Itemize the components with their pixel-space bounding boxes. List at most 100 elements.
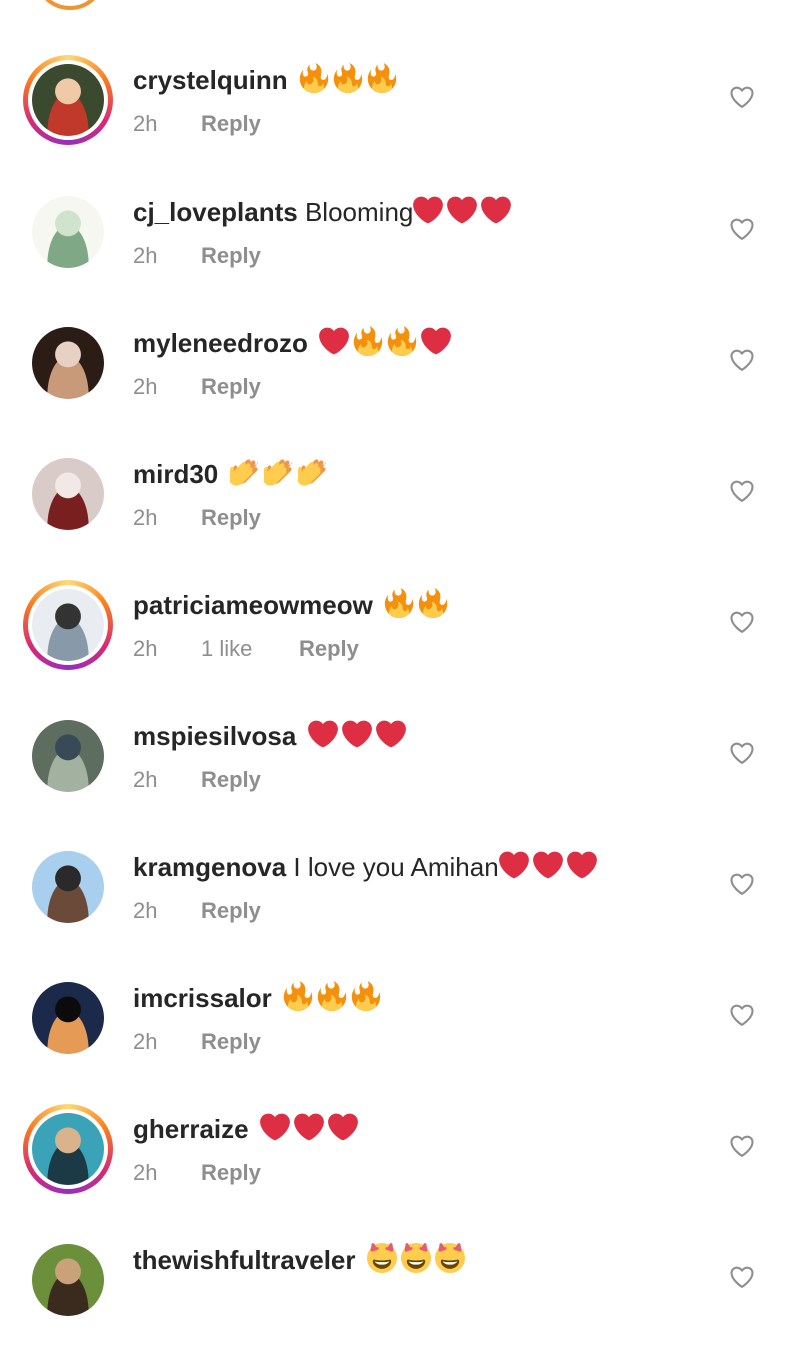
avatar[interactable] xyxy=(23,711,113,801)
avatar-frame xyxy=(28,1240,108,1320)
avatar-image xyxy=(32,1244,104,1316)
heart-outline-icon[interactable] xyxy=(728,1132,756,1160)
reply-button[interactable]: Reply xyxy=(299,634,359,664)
comment-row: gherraize 2h Reply xyxy=(0,1104,800,1235)
avatar[interactable] xyxy=(23,842,113,932)
comment-timestamp: 2h xyxy=(133,243,158,268)
comment-body: cj_loveplants Blooming xyxy=(133,194,512,230)
comment-like-count[interactable]: 1 like xyxy=(201,634,299,664)
comment-text: I love you Amihan xyxy=(293,852,499,882)
heart-emoji-icon xyxy=(341,719,372,749)
comment-body: mspiesilvosa xyxy=(133,718,406,754)
heart-outline-icon[interactable] xyxy=(728,215,756,243)
avatar-story-ring[interactable] xyxy=(23,580,113,670)
comment-timestamp: 2h xyxy=(133,374,158,399)
comment-row: kramgenova I love you Amihan 2h Reply xyxy=(0,842,800,973)
comment-body: thewishfultraveler xyxy=(133,1242,465,1278)
fire-emoji-icon xyxy=(333,63,363,93)
avatar-image xyxy=(32,64,104,136)
heart-emoji-icon xyxy=(319,326,349,356)
comment-meta: 2h Reply xyxy=(133,109,261,139)
avatar-frame xyxy=(28,716,108,796)
avatar[interactable] xyxy=(23,973,113,1063)
reply-button[interactable]: Reply xyxy=(201,765,261,795)
reply-button[interactable]: Reply xyxy=(201,109,261,139)
comment-timestamp: 2h xyxy=(133,636,158,661)
heart-outline-icon[interactable] xyxy=(728,1001,756,1029)
comment-username[interactable]: gherraize xyxy=(133,1114,249,1144)
heart-outline-icon[interactable] xyxy=(728,83,756,111)
comments-feed: crystelquinn 2h Reply cj_loveplants Bloomi… xyxy=(0,0,800,1316)
reply-button[interactable]: Reply xyxy=(201,896,261,926)
comment-username[interactable]: imcrissalor xyxy=(133,983,272,1013)
clap-emoji-icon xyxy=(229,457,260,487)
comment-row: thewishfultraveler xyxy=(0,1235,800,1366)
reply-button[interactable]: Reply xyxy=(201,372,261,402)
heart-emoji-icon xyxy=(327,1112,358,1142)
comment-username[interactable]: cj_loveplants xyxy=(133,197,298,227)
heart-outline-icon[interactable] xyxy=(728,1263,756,1291)
comment-timestamp: 2h xyxy=(133,111,158,136)
fire-emoji-icon xyxy=(367,63,397,93)
comment-username[interactable]: patriciameowmeow xyxy=(133,590,373,620)
comment-username[interactable]: mird30 xyxy=(133,459,218,489)
comment-meta: 2h Reply xyxy=(133,372,261,402)
avatar-story-ring-partial[interactable] xyxy=(34,0,106,10)
fire-emoji-icon xyxy=(283,981,313,1011)
reply-button[interactable]: Reply xyxy=(201,1027,261,1057)
avatar[interactable] xyxy=(23,1235,113,1325)
heart-emoji-icon xyxy=(532,850,563,880)
reply-button[interactable]: Reply xyxy=(201,503,261,533)
avatar-frame xyxy=(28,978,108,1058)
heart-emoji-icon xyxy=(421,326,451,356)
reply-button[interactable]: Reply xyxy=(201,241,261,271)
avatar-frame xyxy=(28,847,108,927)
avatar[interactable] xyxy=(23,318,113,408)
heart-outline-icon[interactable] xyxy=(728,477,756,505)
heart-emoji-icon xyxy=(259,1112,290,1142)
heart-emoji-icon xyxy=(498,850,529,880)
comment-username[interactable]: myleneedrozo xyxy=(133,328,308,358)
fire-emoji-icon xyxy=(353,326,383,356)
avatar-image xyxy=(32,851,104,923)
comment-meta: 2h Reply xyxy=(133,896,261,926)
heart-outline-icon[interactable] xyxy=(728,608,756,636)
comment-row: mird30 2h Reply xyxy=(0,449,800,580)
fire-emoji-icon xyxy=(387,326,417,356)
heart-eyes-emoji-icon xyxy=(434,1243,465,1273)
fire-emoji-icon xyxy=(384,588,414,618)
comment-username[interactable]: crystelquinn xyxy=(133,65,288,95)
comment-meta: 2h Reply xyxy=(133,1027,261,1057)
heart-outline-icon[interactable] xyxy=(728,870,756,898)
heart-emoji-icon xyxy=(447,195,478,225)
comment-body: crystelquinn xyxy=(133,62,397,98)
avatar-image xyxy=(32,327,104,399)
comment-timestamp: 2h xyxy=(133,1029,158,1054)
avatar-frame xyxy=(28,585,108,665)
comment-meta: 2h Reply xyxy=(133,1158,261,1188)
avatar[interactable] xyxy=(23,449,113,539)
heart-emoji-icon xyxy=(481,195,512,225)
comment-meta: 2h Reply xyxy=(133,503,261,533)
comment-username[interactable]: thewishfultraveler xyxy=(133,1245,356,1275)
avatar-frame xyxy=(28,1109,108,1189)
comment-row: crystelquinn 2h Reply xyxy=(0,55,800,186)
avatar-frame xyxy=(28,60,108,140)
fire-emoji-icon xyxy=(317,981,347,1011)
comment-username[interactable]: kramgenova xyxy=(133,852,286,882)
avatar[interactable] xyxy=(23,187,113,277)
clap-emoji-icon xyxy=(263,457,294,487)
heart-emoji-icon xyxy=(307,719,338,749)
heart-outline-icon[interactable] xyxy=(728,346,756,374)
avatar-frame xyxy=(28,454,108,534)
reply-button[interactable]: Reply xyxy=(201,1158,261,1188)
comment-row: myleneedrozo 2h Reply xyxy=(0,318,800,449)
avatar-frame xyxy=(28,192,108,272)
heart-emoji-icon xyxy=(293,1112,324,1142)
comment-timestamp: 2h xyxy=(133,767,158,792)
comment-username[interactable]: mspiesilvosa xyxy=(133,721,296,751)
heart-outline-icon[interactable] xyxy=(728,739,756,767)
fire-emoji-icon xyxy=(299,63,329,93)
avatar-story-ring[interactable] xyxy=(23,55,113,145)
avatar-story-ring[interactable] xyxy=(23,1104,113,1194)
